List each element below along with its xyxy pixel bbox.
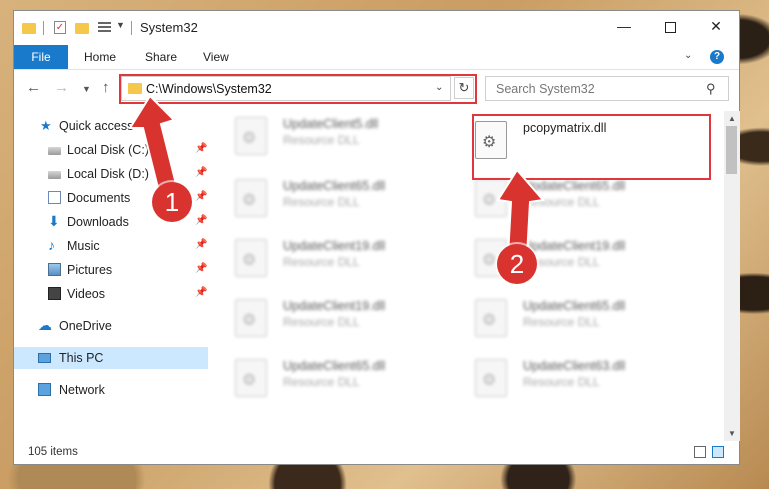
arrow-2 — [496, 168, 545, 257]
callout-badge-2: 2 — [497, 244, 537, 284]
callout-badge-1: 1 — [152, 182, 192, 222]
arrow-1 — [128, 94, 180, 198]
callout-arrows — [128, 94, 545, 257]
